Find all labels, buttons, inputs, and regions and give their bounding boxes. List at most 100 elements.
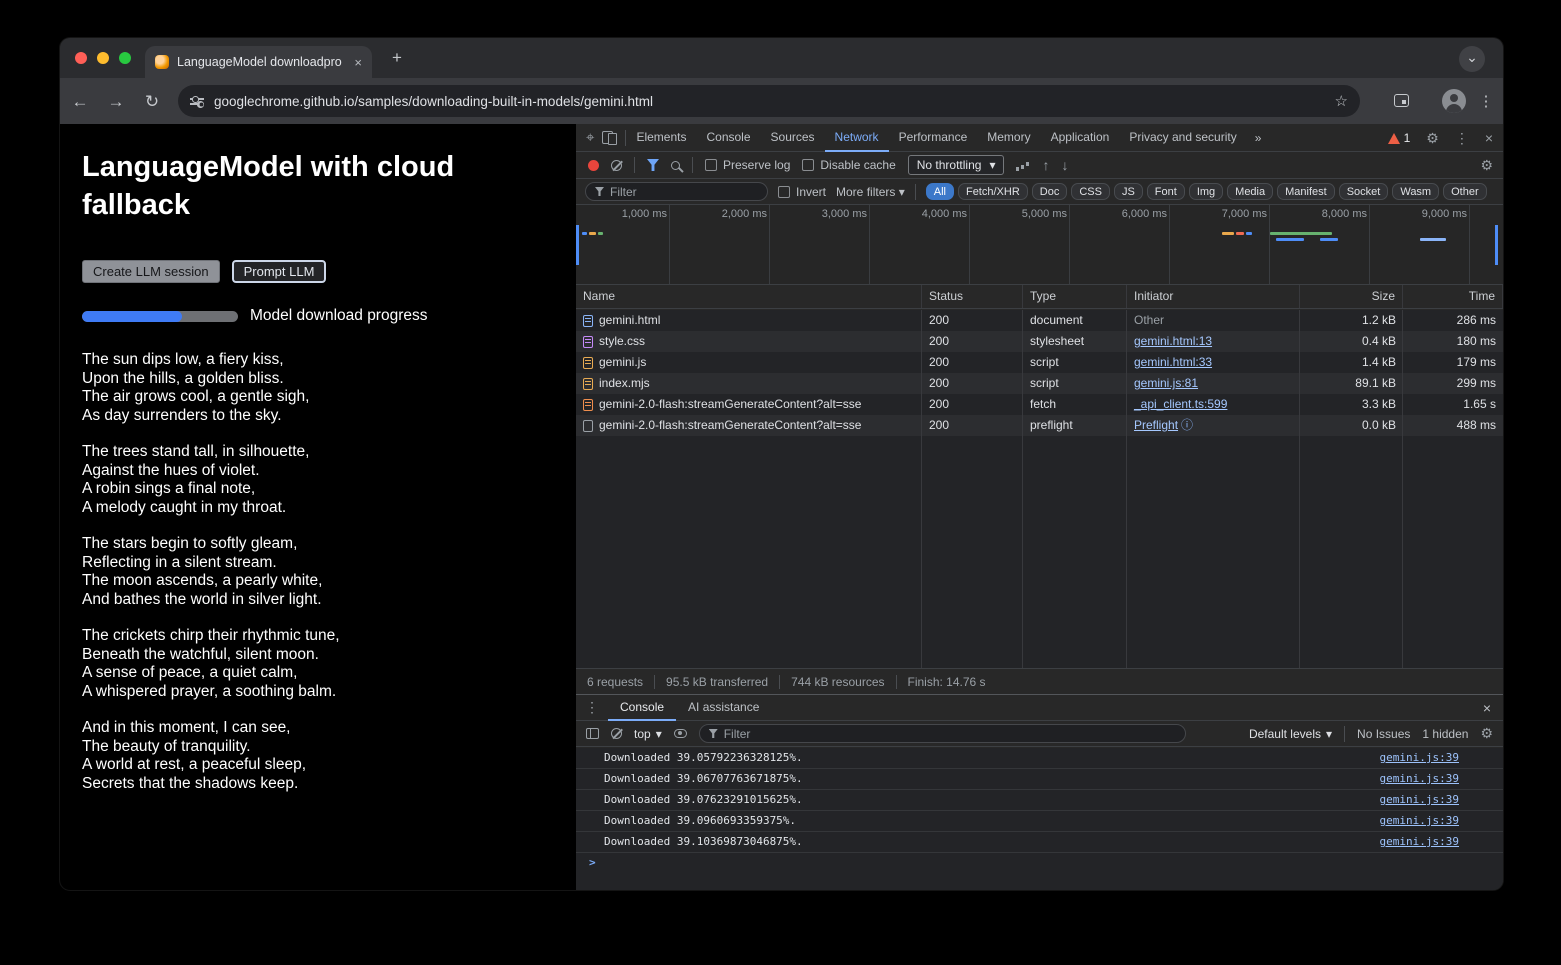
filter-chip-socket[interactable]: Socket	[1339, 183, 1389, 200]
live-expression-icon[interactable]	[674, 729, 687, 738]
device-toolbar-icon[interactable]	[602, 131, 613, 144]
more-filters-dropdown[interactable]: More filters ▾	[836, 185, 905, 199]
filter-chip-media[interactable]: Media	[1227, 183, 1273, 200]
search-icon[interactable]	[671, 161, 680, 170]
back-button[interactable]: ←	[68, 90, 92, 114]
console-source-link[interactable]: gemini.js:39	[1380, 769, 1459, 789]
network-settings-icon[interactable]: ⚙	[1480, 157, 1493, 174]
drawer-tab-ai-assistance[interactable]: AI assistance	[676, 695, 771, 721]
tab-network[interactable]: Network	[825, 124, 889, 152]
table-row[interactable]: gemini-2.0-flash:streamGenerateContent?a…	[576, 394, 1503, 415]
filter-chip-js[interactable]: JS	[1114, 183, 1143, 200]
browser-menu-icon[interactable]: ⋮	[1474, 90, 1498, 114]
console-source-link[interactable]: gemini.js:39	[1380, 790, 1459, 810]
initiator-link[interactable]: _api_client.ts:599	[1134, 397, 1227, 411]
filter-chip-doc[interactable]: Doc	[1032, 183, 1068, 200]
network-conditions-icon[interactable]	[1016, 160, 1030, 171]
filter-chip-manifest[interactable]: Manifest	[1277, 183, 1335, 200]
devtools-settings-icon[interactable]: ⚙	[1426, 130, 1439, 147]
console-settings-icon[interactable]: ⚙	[1480, 725, 1493, 742]
forward-button[interactable]: →	[104, 90, 128, 114]
clear-console-icon[interactable]	[611, 728, 622, 739]
more-tabs-button[interactable]: »	[1247, 131, 1270, 145]
console-filter-input[interactable]: Filter	[699, 724, 1186, 743]
chevron-down-icon: ▾	[1326, 727, 1332, 741]
preserve-log-checkbox[interactable]: Preserve log	[705, 158, 790, 172]
devtools-menu-icon[interactable]: ⋮	[1455, 130, 1469, 147]
filter-chip-wasm[interactable]: Wasm	[1392, 183, 1439, 200]
filter-chip-all[interactable]: All	[926, 183, 954, 200]
table-row[interactable]: gemini-2.0-flash:streamGenerateContent?a…	[576, 415, 1503, 436]
prompt-llm-button[interactable]: Prompt LLM	[232, 260, 327, 283]
initiator-link[interactable]: gemini.js:81	[1134, 376, 1198, 390]
inspect-element-icon[interactable]: ⌖	[586, 129, 594, 146]
console-source-link[interactable]: gemini.js:39	[1380, 748, 1459, 768]
tab-memory[interactable]: Memory	[977, 124, 1040, 152]
table-row[interactable]: style.css 200 stylesheet gemini.html:13 …	[576, 331, 1503, 352]
issues-status[interactable]: No Issues	[1357, 727, 1410, 741]
overview-left-handle[interactable]	[576, 225, 579, 265]
reload-button[interactable]: ↻	[140, 90, 164, 114]
drawer-menu-icon[interactable]: ⋮	[576, 699, 608, 716]
hidden-messages-count[interactable]: 1 hidden	[1422, 727, 1468, 741]
checkbox-icon[interactable]	[802, 159, 814, 171]
tab-performance[interactable]: Performance	[889, 124, 978, 152]
filter-chip-img[interactable]: Img	[1189, 183, 1223, 200]
address-bar[interactable]: googlechrome.github.io/samples/downloadi…	[178, 85, 1360, 117]
url-text[interactable]: googlechrome.github.io/samples/downloadi…	[214, 94, 1327, 109]
minimize-window-button[interactable]	[97, 52, 109, 64]
network-filter-input[interactable]: Filter	[585, 182, 768, 201]
initiator-link[interactable]: gemini.html:13	[1134, 334, 1212, 348]
table-row[interactable]: index.mjs 200 script gemini.js:81 89.1 k…	[576, 373, 1503, 394]
initiator-link[interactable]: Preflight	[1134, 418, 1178, 432]
import-har-icon[interactable]: ↑	[1042, 157, 1049, 173]
tab-application[interactable]: Application	[1041, 124, 1120, 152]
console-prompt[interactable]: >	[576, 853, 1503, 874]
table-row[interactable]: gemini.html 200 document Other 1.2 kB 28…	[576, 310, 1503, 331]
filter-chip-font[interactable]: Font	[1147, 183, 1185, 200]
record-network-log-icon[interactable]	[588, 160, 599, 171]
tab-sources[interactable]: Sources	[761, 124, 825, 152]
profile-avatar[interactable]	[1442, 89, 1466, 113]
network-table-header[interactable]: Name Status Type Initiator Size Time	[576, 285, 1503, 309]
tab-console[interactable]: Console	[696, 124, 760, 152]
table-row[interactable]: gemini.js 200 script gemini.html:33 1.4 …	[576, 352, 1503, 373]
tab-elements[interactable]: Elements	[626, 124, 696, 152]
filter-chip-fetch-xhr[interactable]: Fetch/XHR	[958, 183, 1028, 200]
filter-chip-other[interactable]: Other	[1443, 183, 1487, 200]
tab-privacy-security[interactable]: Privacy and security	[1119, 124, 1246, 152]
initiator-link[interactable]: gemini.html:33	[1134, 355, 1212, 369]
tab-close-icon[interactable]: ×	[354, 55, 362, 70]
checkbox-icon[interactable]	[778, 186, 790, 198]
log-levels-select[interactable]: Default levels ▾	[1249, 727, 1332, 741]
zoom-window-button[interactable]	[119, 52, 131, 64]
network-overview-timeline[interactable]: 1,000 ms 2,000 ms 3,000 ms 4,000 ms 5,00…	[576, 205, 1503, 285]
issues-badge[interactable]: 1	[1388, 131, 1411, 145]
tab-overflow-button[interactable]: ⌄	[1459, 46, 1485, 72]
site-info-icon[interactable]	[190, 95, 204, 107]
bookmark-star-icon[interactable]: ☆	[1335, 92, 1348, 110]
overview-right-handle[interactable]	[1495, 225, 1498, 265]
clear-network-log-icon[interactable]	[611, 160, 622, 171]
disable-cache-checkbox[interactable]: Disable cache	[802, 158, 895, 172]
invert-checkbox[interactable]: Invert	[778, 185, 826, 199]
devtools-close-icon[interactable]: ×	[1485, 130, 1493, 146]
browser-tab[interactable]: LanguageModel downloadpro ×	[145, 46, 372, 78]
close-window-button[interactable]	[75, 52, 87, 64]
new-tab-button[interactable]: +	[386, 47, 408, 69]
console-sidebar-icon[interactable]	[586, 728, 599, 739]
filter-chip-css[interactable]: CSS	[1071, 183, 1110, 200]
create-llm-session-button[interactable]: Create LLM session	[82, 260, 220, 283]
info-icon[interactable]: ⓘ	[1181, 418, 1193, 432]
poem-stanza: The crickets chirp their rhythmic tune,B…	[82, 627, 576, 701]
extensions-icon[interactable]	[1394, 94, 1409, 107]
checkbox-icon[interactable]	[705, 159, 717, 171]
drawer-tab-console[interactable]: Console	[608, 695, 676, 721]
drawer-close-icon[interactable]: ×	[1483, 700, 1491, 716]
console-source-link[interactable]: gemini.js:39	[1380, 811, 1459, 831]
filter-icon[interactable]	[647, 159, 659, 171]
export-har-icon[interactable]: ↓	[1061, 157, 1068, 173]
console-source-link[interactable]: gemini.js:39	[1380, 832, 1459, 852]
throttling-select[interactable]: No throttling ▾	[908, 155, 1005, 175]
console-context-select[interactable]: top ▾	[634, 727, 662, 741]
